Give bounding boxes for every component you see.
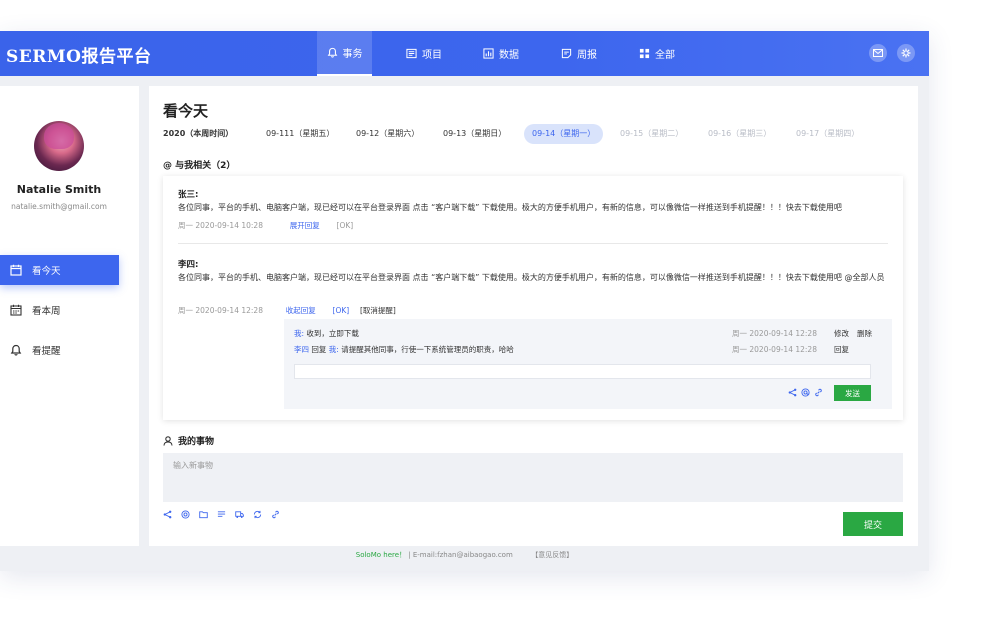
- sidebar-item-label: 看今天: [32, 266, 61, 277]
- list-icon: [406, 48, 417, 59]
- app-window: SERMO报告平台 事务 项目 数据 周报 全部 Natalie Smith n…: [0, 31, 929, 571]
- message-text: 各位同事，平台的手机、电脑客户端，现已经可以在平台登录界面 点击 “客户端下载”…: [178, 273, 885, 282]
- at-icon[interactable]: [801, 388, 810, 399]
- collapse-replies-link[interactable]: 收起回复: [286, 306, 316, 315]
- date-tab-active[interactable]: 09-14（星期一）: [524, 124, 604, 144]
- user-icon: [163, 435, 173, 446]
- link-icon[interactable]: [271, 510, 280, 522]
- truck-icon[interactable]: [235, 510, 244, 522]
- list-icon[interactable]: [217, 510, 226, 522]
- at-icon[interactable]: [181, 510, 190, 522]
- reply-button[interactable]: 回复: [834, 344, 849, 355]
- mail-icon: [873, 49, 883, 57]
- user-name: Natalie Smith: [16, 183, 102, 196]
- settings-button[interactable]: [897, 44, 915, 62]
- avatar[interactable]: [34, 121, 84, 171]
- reply-time: 周一 2020-09-14 12:28: [732, 329, 817, 338]
- date-tab[interactable]: 09-12（星期六）: [356, 124, 419, 144]
- reply-author[interactable]: 李四: [294, 345, 309, 354]
- sidebar-item-reminders[interactable]: 看提醒: [0, 335, 119, 365]
- bell-icon: [10, 344, 22, 356]
- message-meta: 周一 2020-09-14 10:28 展开回复 [OK]: [178, 220, 353, 231]
- nav-label: 数据: [499, 50, 519, 61]
- main-panel: 看今天 2020（本周时间） 09-111（星期五） 09-12（星期六） 09…: [149, 86, 918, 546]
- submit-button[interactable]: 提交: [843, 512, 903, 536]
- reply-text: 收到，立即下载: [304, 329, 359, 338]
- reply-time: 周一 2020-09-14 12:28: [732, 345, 817, 354]
- message-author: 李四:: [178, 260, 199, 270]
- page-title: 看今天: [163, 102, 209, 120]
- message-meta: 周一 2020-09-14 12:28 收起回复 [OK] [取消提醒]: [178, 305, 396, 316]
- delete-reply-button[interactable]: 删除: [857, 328, 872, 339]
- edit-reply-button[interactable]: 修改: [834, 328, 849, 339]
- sidebar: Natalie Smith natalie.smith@gmail.com 看今…: [0, 86, 139, 546]
- related-header: @ 与我相关（2）: [163, 161, 236, 171]
- nav-tab-data[interactable]: 数据: [483, 31, 519, 76]
- share-icon[interactable]: [163, 510, 172, 522]
- ok-link[interactable]: [OK]: [333, 306, 350, 315]
- date-tab[interactable]: 09-111（星期五）: [266, 124, 334, 144]
- reply-input[interactable]: [294, 364, 871, 379]
- date-tab-year: 2020（本周时间）: [163, 129, 234, 138]
- feedback-link[interactable]: 【意见反馈】: [531, 551, 573, 559]
- ok-link[interactable]: [OK]: [337, 221, 354, 230]
- sidebar-item-label: 看本周: [32, 306, 61, 317]
- my-tasks-title: 我的事物: [178, 437, 215, 447]
- sidebar-item-week[interactable]: 看本周: [0, 295, 119, 325]
- gear-icon: [901, 48, 911, 58]
- new-task-input[interactable]: 输入新事物: [163, 453, 903, 502]
- reply-tools: [788, 388, 823, 399]
- calendar-week-icon: [10, 304, 22, 316]
- nav-label: 事务: [342, 49, 363, 60]
- app-logo[interactable]: SERMO报告平台: [6, 42, 152, 67]
- message-text: 各位同事，平台的手机、电脑客户端，现已经可以在平台登录界面 点击 “客户端下载”…: [178, 203, 842, 212]
- message-time: 周一 2020-09-14 12:28: [178, 306, 263, 315]
- report-icon: [561, 48, 572, 59]
- date-tab[interactable]: 09-17（星期四）: [796, 124, 859, 144]
- reply-text: 请提醒其他同事，行使一下系统管理员的职责，哈哈: [338, 345, 514, 354]
- share-icon[interactable]: [788, 388, 797, 399]
- folder-icon[interactable]: [199, 510, 208, 522]
- cancel-reminder-link[interactable]: [取消提醒]: [360, 306, 396, 315]
- footer-email[interactable]: | E-mail:fzhan@aibaogao.com: [408, 551, 513, 559]
- chart-icon: [483, 48, 494, 59]
- related-messages-card: 张三: 各位同事，平台的手机、电脑客户端，现已经可以在平台登录界面 点击 “客户…: [163, 176, 903, 420]
- reply-connector: 回复: [309, 345, 329, 354]
- reply-author[interactable]: 我:: [294, 329, 304, 338]
- reply-row: 李四 回复 我: 请提醒其他同事，行使一下系统管理员的职责，哈哈 周一 2020…: [294, 344, 882, 356]
- bell-icon: [327, 47, 338, 58]
- nav-tab-affairs[interactable]: 事务: [317, 31, 372, 76]
- message-time: 周一 2020-09-14 10:28: [178, 221, 263, 230]
- date-tab[interactable]: 09-13（星期日）: [443, 124, 506, 144]
- sidebar-item-today[interactable]: 看今天: [0, 255, 119, 285]
- top-navbar: SERMO报告平台 事务 项目 数据 周报 全部: [0, 31, 929, 76]
- reply-thread: 我: 收到，立即下载 周一 2020-09-14 12:28 修改 删除 李四 …: [284, 319, 892, 409]
- footer: SoloMo here！ | E-mail:fzhan@aibaogao.com…: [0, 550, 929, 560]
- nav-tab-weekly[interactable]: 周报: [561, 31, 597, 76]
- reply-target[interactable]: 我:: [329, 345, 339, 354]
- footer-brand: SoloMo here！: [355, 551, 407, 559]
- sidebar-item-label: 看提醒: [32, 346, 61, 357]
- my-tasks-header: 我的事物: [163, 434, 214, 447]
- editor-toolbar: [163, 510, 280, 522]
- message-author: 张三:: [178, 190, 199, 200]
- grid-icon: [639, 48, 650, 59]
- nav-label: 项目: [422, 50, 442, 61]
- nav-tab-projects[interactable]: 项目: [406, 31, 442, 76]
- date-tab[interactable]: 09-16（星期三）: [708, 124, 771, 144]
- nav-tab-all[interactable]: 全部: [639, 31, 675, 76]
- sync-icon[interactable]: [253, 510, 262, 522]
- nav-label: 周报: [577, 50, 597, 61]
- mail-button[interactable]: [869, 44, 887, 62]
- divider: [178, 243, 888, 244]
- calendar-icon: [10, 264, 22, 276]
- reply-row: 我: 收到，立即下载 周一 2020-09-14 12:28 修改 删除: [294, 328, 882, 340]
- send-button[interactable]: 发送: [834, 385, 871, 401]
- expand-replies-link[interactable]: 展开回复: [290, 221, 320, 230]
- link-icon[interactable]: [814, 388, 823, 399]
- user-email: natalie.smith@gmail.com: [11, 202, 107, 211]
- date-tab[interactable]: 09-15（星期二）: [620, 124, 683, 144]
- nav-label: 全部: [655, 50, 675, 61]
